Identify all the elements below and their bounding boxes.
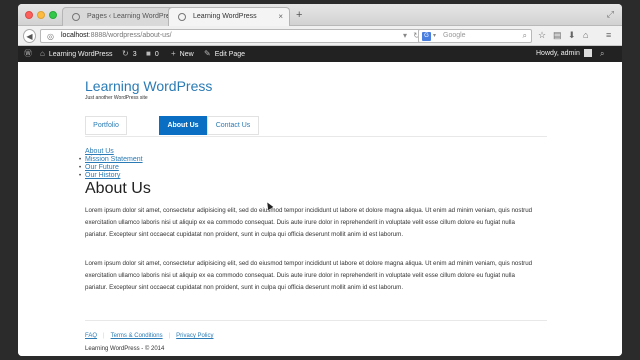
window-close-button[interactable]	[25, 11, 33, 19]
google-icon: G	[422, 32, 431, 41]
list-bullet: •	[79, 157, 82, 163]
admin-comments[interactable]: ■ 0	[146, 46, 159, 62]
download-icon[interactable]: ⬇	[568, 30, 576, 41]
fullscreen-icon[interactable]: ⤢	[607, 9, 614, 20]
reading-list-icon[interactable]: ▤	[553, 30, 562, 41]
admin-new[interactable]: + New	[171, 46, 194, 62]
footer-divider	[85, 320, 547, 321]
plus-icon: +	[171, 49, 176, 58]
site-description: Just another WordPress site	[85, 95, 148, 101]
window-maximize-button[interactable]	[49, 11, 57, 19]
wordpress-favicon-icon	[178, 13, 186, 21]
admin-updates[interactable]: ↻ 3	[122, 46, 137, 62]
address-bar[interactable]: ◎ localhost:8888/wordpress/about-us/ ▾ ↻	[40, 29, 426, 43]
search-input[interactable]: G ▾ Google ⌕	[418, 29, 532, 43]
list-bullet: •	[79, 165, 82, 171]
child-link-about-us[interactable]: About Us	[85, 148, 143, 156]
globe-icon: ◎	[47, 32, 54, 41]
page-title: About Us	[85, 180, 151, 197]
tab-learning-wordpress[interactable]: Learning WordPress ×	[168, 7, 290, 26]
body-paragraph: Lorem ipsum dolor sit amet, consectetur …	[85, 207, 533, 238]
avatar	[583, 49, 592, 58]
search-icon[interactable]: ⌕	[600, 46, 608, 62]
wp-admin-bar: Ⓦ ⌂ Learning WordPress ↻ 3 ■ 0 + New ✎ Edit P…	[18, 46, 622, 62]
tab-bar: Pages ‹ Learning WordPress × Learning Wo…	[18, 4, 622, 26]
page-content: Learning WordPress Just another WordPres…	[18, 62, 622, 356]
search-engine-dropdown-icon[interactable]: ▾	[433, 32, 436, 39]
back-button[interactable]: ◀	[23, 29, 36, 43]
footer-links: FAQ | Terms & Conditions | Privacy Policy	[85, 333, 214, 339]
search-icon[interactable]: ⌕	[523, 31, 527, 41]
menu-icon[interactable]: ≡	[606, 30, 611, 40]
home-icon: ⌂	[40, 49, 45, 58]
menu-item-portfolio[interactable]: Portfolio	[85, 116, 127, 135]
search-placeholder: Google	[443, 32, 466, 39]
url-path: :8888/wordpress/about-us/	[88, 32, 172, 39]
footer-copyright: Learning WordPress - © 2014	[85, 346, 165, 352]
wordpress-favicon-icon	[72, 13, 80, 21]
site-title[interactable]: Learning WordPress	[85, 78, 212, 94]
header-divider	[85, 136, 547, 137]
pencil-icon: ✎	[204, 49, 211, 58]
admin-account[interactable]: Howdy, admin	[536, 46, 592, 62]
home-icon[interactable]: ⌂	[583, 30, 588, 40]
updates-icon: ↻	[122, 49, 129, 58]
footer-link-privacy[interactable]: Privacy Policy	[176, 333, 213, 339]
body-paragraph: Lorem ipsum dolor sit amet, consectetur …	[85, 260, 533, 291]
new-tab-button[interactable]: +	[296, 9, 302, 21]
tab-label: Learning WordPress	[193, 13, 257, 20]
child-link-our-history[interactable]: Our History	[85, 172, 143, 180]
comment-icon: ■	[146, 49, 151, 58]
menu-item-contact-us[interactable]: Contact Us	[207, 116, 259, 135]
admin-edit-page[interactable]: ✎ Edit Page	[204, 46, 245, 62]
navigation-bar: ◀ ◎ localhost:8888/wordpress/about-us/ ▾…	[18, 26, 622, 46]
footer-link-terms[interactable]: Terms & Conditions	[111, 333, 163, 339]
list-bullet: •	[79, 173, 82, 179]
menu-item-about-us[interactable]: About Us	[159, 116, 207, 135]
child-pages-list: About Us • Mission Statement • Our Futur…	[79, 148, 143, 180]
tab-pages[interactable]: Pages ‹ Learning WordPress ×	[62, 7, 178, 26]
child-link-mission-statement[interactable]: Mission Statement	[85, 156, 143, 164]
bookmark-star-icon[interactable]: ☆	[538, 30, 546, 41]
child-link-our-future[interactable]: Our Future	[85, 164, 143, 172]
url-host: localhost	[61, 32, 89, 39]
admin-site-name[interactable]: ⌂ Learning WordPress	[40, 46, 113, 62]
tab-label: Pages ‹ Learning WordPress	[87, 13, 177, 20]
footer-link-faq[interactable]: FAQ	[85, 333, 97, 339]
window-minimize-button[interactable]	[37, 11, 45, 19]
wordpress-logo-icon[interactable]: Ⓦ	[24, 46, 36, 62]
browser-window: Pages ‹ Learning WordPress × Learning Wo…	[18, 4, 622, 356]
tab-close-icon[interactable]: ×	[278, 12, 283, 21]
dropdown-arrow-icon[interactable]: ▾	[403, 31, 407, 40]
